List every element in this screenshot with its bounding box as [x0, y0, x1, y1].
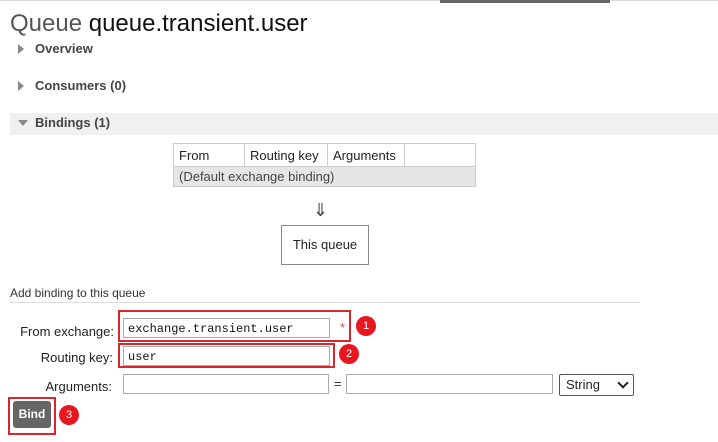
step-badge-2: 2	[339, 344, 359, 364]
expand-triangle-icon	[18, 44, 24, 54]
step-badge-3: 3	[59, 405, 79, 425]
argument-key-input[interactable]	[123, 374, 329, 394]
section-bindings[interactable]: Bindings (1)	[10, 113, 718, 135]
argument-type-select[interactable]: String	[559, 374, 634, 396]
page-title-kind: Queue	[10, 10, 83, 37]
column-header-arguments: Arguments	[327, 143, 405, 167]
column-header-from: From	[173, 143, 245, 167]
add-binding-divider	[10, 302, 640, 303]
from-exchange-label: From exchange:	[20, 324, 114, 339]
active-tab-indicator	[440, 0, 610, 3]
highlight-bind-button	[8, 397, 56, 435]
table-header-row: From Routing key Arguments	[173, 143, 476, 167]
add-binding-heading: Add binding to this queue	[10, 286, 146, 300]
section-overview-label: Overview	[35, 41, 93, 56]
chevron-down-icon	[617, 377, 629, 389]
equals-sign: =	[334, 376, 342, 391]
table-row: (Default exchange binding)	[173, 166, 476, 187]
page-title-queue-name: queue.transient.user	[88, 10, 308, 37]
section-consumers-label: Consumers (0)	[35, 78, 127, 93]
section-consumers[interactable]: Consumers (0)	[10, 76, 718, 98]
step-badge-1: 1	[356, 316, 376, 336]
section-overview[interactable]: Overview	[10, 39, 718, 61]
default-binding-cell: (Default exchange binding)	[173, 166, 476, 187]
section-bindings-label: Bindings (1)	[35, 115, 111, 130]
down-arrow-icon: ⇓	[313, 200, 329, 220]
argument-value-input[interactable]	[346, 374, 553, 394]
column-header-routing-key: Routing key	[244, 143, 328, 167]
arguments-label: Arguments:	[45, 379, 112, 394]
column-header-actions	[404, 143, 476, 167]
highlight-from-exchange	[118, 310, 351, 342]
page-title: Queue queue.transient.user	[10, 9, 308, 39]
bindings-table: From Routing key Arguments (Default exch…	[173, 143, 476, 187]
expand-triangle-icon	[18, 81, 24, 91]
routing-key-label: Routing key:	[40, 350, 113, 365]
highlight-routing-key	[118, 343, 335, 368]
argument-type-selected: String	[566, 377, 600, 392]
top-bar	[0, 0, 718, 3]
this-queue-box: This queue	[281, 225, 369, 265]
top-divider	[0, 0, 718, 1]
collapse-triangle-icon	[18, 120, 28, 126]
